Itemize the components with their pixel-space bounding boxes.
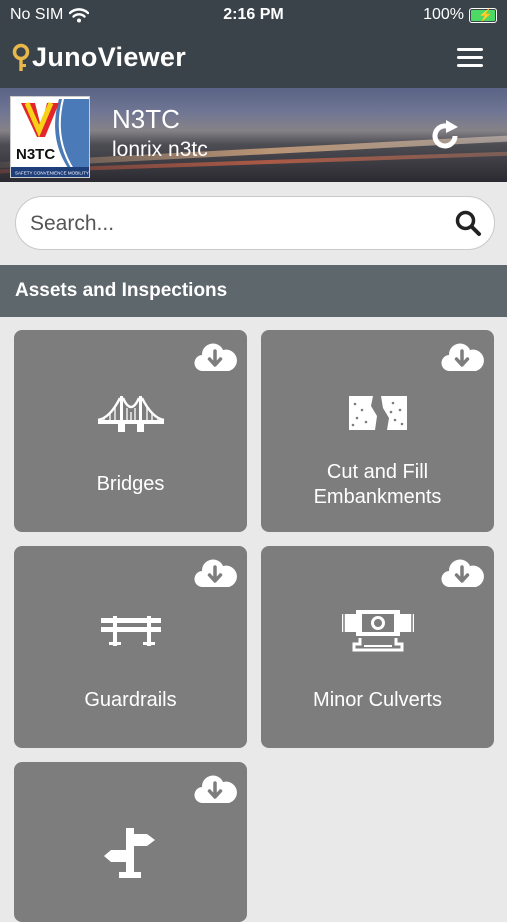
tile-guardrails[interactable]: Guardrails [14, 546, 247, 748]
status-right: 100% ⚡ [423, 6, 497, 24]
culvert-icon [261, 608, 494, 661]
menu-bar-icon [457, 56, 483, 59]
app-header: JunoViewer [0, 30, 507, 88]
embankment-icon [261, 392, 494, 441]
app-title: JunoViewer [32, 42, 187, 72]
section-header: Assets and Inspections [0, 265, 507, 317]
app-logo: JunoViewer [12, 42, 186, 73]
bridge-icon [14, 392, 247, 441]
tile-minor-culverts[interactable]: Minor Culverts [261, 546, 494, 748]
tile-label: Cut and Fill Embankments [313, 461, 442, 508]
user-name: lonrix n3tc [112, 138, 208, 161]
svg-text:SAFETY CONVENIENCE MOBILITY: SAFETY CONVENIENCE MOBILITY [15, 171, 89, 176]
search-icon [455, 210, 481, 236]
cloud-download-icon[interactable] [193, 556, 237, 590]
tile-label: Guardrails [84, 689, 177, 711]
search-input[interactable] [28, 197, 442, 251]
tile-cut-and-fill-embankments[interactable]: Cut and Fill Embankments [261, 330, 494, 532]
key-icon [12, 43, 30, 71]
cloud-download-icon[interactable] [440, 340, 484, 374]
cloud-download-icon[interactable] [440, 556, 484, 590]
hamburger-menu-button[interactable] [457, 48, 483, 68]
cloud-download-icon[interactable] [193, 340, 237, 374]
tile-label: Minor Culverts [313, 689, 442, 711]
signpost-icon [14, 824, 247, 883]
battery-percent: 100% [423, 6, 464, 23]
search-button[interactable] [454, 209, 482, 237]
tile-bridges[interactable]: Bridges [14, 330, 247, 532]
battery-icon: ⚡ [469, 7, 497, 23]
refresh-button[interactable] [427, 118, 463, 154]
organization-name: N3TC [112, 104, 180, 134]
menu-bar-icon [457, 64, 483, 67]
refresh-icon [432, 120, 458, 149]
organization-logo: N3TC SAFETY CONVENIENCE MOBILITY [10, 96, 90, 178]
status-bar: No SIM 2:16 PM 100% ⚡ [0, 0, 507, 30]
search-bar [15, 196, 495, 251]
tile-label: Bridges [96, 473, 165, 495]
logo-lettering: N3TC [16, 146, 55, 163]
guardrail-icon [14, 608, 247, 653]
tile-signposts[interactable] [14, 762, 247, 922]
cloud-download-icon[interactable] [193, 772, 237, 806]
menu-bar-icon [457, 48, 483, 51]
